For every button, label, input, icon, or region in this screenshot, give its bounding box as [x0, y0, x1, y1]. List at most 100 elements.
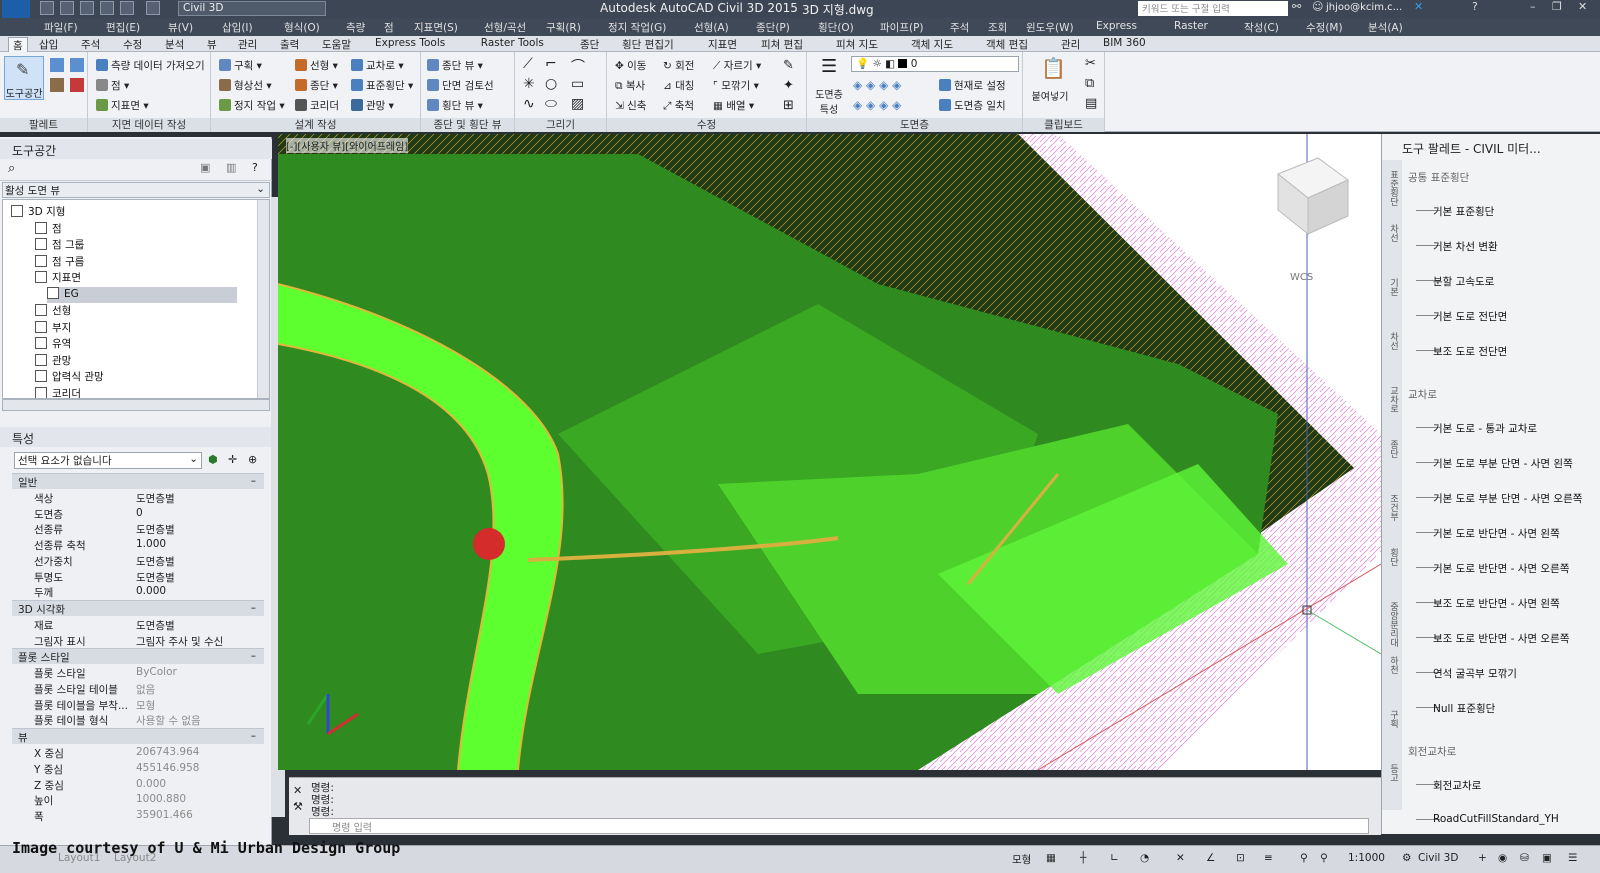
- annotation-icon[interactable]: ⚲: [1300, 852, 1308, 864]
- corridor-button[interactable]: 코리더: [295, 98, 339, 113]
- ribbon-tab[interactable]: BIM 360: [1103, 37, 1146, 49]
- view-dropdown[interactable]: 활성 도면 뷰 ⌄: [2, 182, 270, 198]
- undo-icon[interactable]: [120, 1, 134, 15]
- polyline-icon[interactable]: ⌐: [545, 56, 557, 72]
- ribbon-tab[interactable]: 객체 지도: [911, 37, 953, 52]
- ribbon-tab[interactable]: 관리: [238, 37, 257, 52]
- property-row[interactable]: 플롯 테이블 형식 사용할 수 없음: [12, 712, 264, 727]
- menu-item[interactable]: Raster: [1174, 20, 1208, 32]
- tree-item[interactable]: 압력식 관망: [35, 369, 104, 385]
- palette-tool[interactable]: 연석 굴곡부 모깎기: [1402, 658, 1598, 688]
- property-row[interactable]: X 중심 206743.964: [12, 745, 264, 760]
- fillet-button[interactable]: ⌜ 모깎기 ▾: [713, 78, 759, 93]
- palette-icon-4[interactable]: [70, 78, 84, 92]
- wcs-label[interactable]: WCS: [1290, 272, 1313, 283]
- help-icon[interactable]: ?: [1472, 0, 1478, 13]
- stretch-button[interactable]: ⇲ 신축: [615, 98, 646, 113]
- open-icon[interactable]: [60, 1, 74, 15]
- property-row[interactable]: Z 중심 0.000: [12, 777, 264, 792]
- group-label[interactable]: 수정: [607, 118, 806, 132]
- surfaces-button[interactable]: 지표면 ▾: [96, 98, 149, 113]
- palette-icon-3[interactable]: [50, 78, 64, 92]
- palette-tool[interactable]: RoadCutFillStandard_YH: [1402, 805, 1598, 835]
- grid-icon[interactable]: ▦: [1046, 852, 1056, 864]
- osnap-icon[interactable]: ✕: [1176, 852, 1185, 864]
- tree-item[interactable]: 지표면: [35, 270, 81, 286]
- ribbon-tab[interactable]: 피쳐 편집: [761, 37, 803, 52]
- menu-item[interactable]: 형식(O): [284, 20, 320, 35]
- group-label[interactable]: 클립보드: [1023, 118, 1104, 132]
- tree-item[interactable]: 유역: [35, 336, 71, 352]
- dyn-icon[interactable]: ⊡: [1236, 852, 1245, 864]
- menu-item[interactable]: 선형/곡선: [484, 20, 526, 35]
- property-row[interactable]: 그림자 표시 그림자 주사 및 수신: [12, 633, 264, 648]
- drawing-viewport[interactable]: [-][사용자 뷰][와이어프레임] WCS: [278, 134, 1381, 770]
- menu-item[interactable]: 선형(A): [694, 20, 729, 35]
- section-view-button[interactable]: 횡단 뷰 ▾: [427, 98, 483, 113]
- menu-item[interactable]: 분석(A): [1368, 20, 1403, 35]
- search-icon[interactable]: ⌕: [8, 161, 15, 176]
- plus-icon[interactable]: +: [1478, 852, 1487, 864]
- save-icon[interactable]: [80, 1, 94, 15]
- close-button[interactable]: ✕: [1578, 0, 1587, 13]
- group-label[interactable]: 그리기: [515, 118, 606, 132]
- help-box-icon[interactable]: ?: [252, 161, 258, 174]
- toolspace-icon-a[interactable]: ▣: [200, 161, 210, 174]
- tree-item[interactable]: 3D 지형: [11, 204, 65, 220]
- parcel-button[interactable]: 구획 ▾: [219, 58, 262, 73]
- array-button[interactable]: ▦ 배열 ▾: [713, 98, 754, 113]
- workspace-dropdown[interactable]: Civil 3D: [178, 1, 326, 16]
- palette-tool[interactable]: Null 표준횡단: [1402, 693, 1598, 723]
- set-current-button[interactable]: 현재로 설정: [939, 78, 1006, 93]
- snap-icon[interactable]: ┼: [1080, 852, 1086, 864]
- property-section-header[interactable]: 3D 시각화 –: [12, 599, 264, 616]
- assembly-button[interactable]: 표준횡단 ▾: [351, 78, 413, 93]
- ribbon-tab[interactable]: 분석: [165, 37, 184, 52]
- minimize-button[interactable]: –: [1530, 0, 1536, 13]
- profile-view-button[interactable]: 종단 뷰 ▾: [427, 58, 483, 73]
- ribbon-tab[interactable]: 홈: [8, 37, 28, 53]
- collapse-icon[interactable]: –: [251, 475, 256, 487]
- user-account[interactable]: jhjoo@kcim.c...: [1326, 2, 1402, 13]
- ortho-icon[interactable]: ∟: [1110, 852, 1119, 864]
- workspace-switch[interactable]: Civil 3D: [1418, 852, 1458, 864]
- select-objects-icon[interactable]: ✛: [228, 453, 237, 466]
- tree-item[interactable]: EG: [47, 286, 237, 303]
- group-label[interactable]: 도면층: [807, 118, 1022, 132]
- point-icon[interactable]: ✳: [523, 76, 535, 92]
- survey-import-button[interactable]: 측량 데이터 가져오기: [96, 58, 205, 73]
- collapse-icon[interactable]: –: [251, 730, 256, 742]
- palette-tool[interactable]: 보조 도로 전단면: [1402, 336, 1598, 366]
- explode-icon[interactable]: ✦: [783, 78, 794, 93]
- command-input[interactable]: 명령 입력: [309, 818, 1369, 834]
- quick-select-icon[interactable]: ⬢: [208, 453, 218, 466]
- ribbon-tab[interactable]: Raster Tools: [481, 37, 544, 49]
- property-row[interactable]: 선종류 축척 1.000: [12, 537, 264, 552]
- palette-tool[interactable]: 기본 차선 변환: [1402, 231, 1598, 261]
- customize-icon[interactable]: ☰: [1568, 852, 1577, 864]
- erase-icon[interactable]: ✎: [783, 58, 794, 73]
- menu-item[interactable]: Express: [1096, 20, 1137, 32]
- menu-item[interactable]: 종단(P): [756, 20, 790, 35]
- close-icon[interactable]: ✕: [293, 784, 302, 797]
- hardware-icon[interactable]: ⛁: [1520, 852, 1529, 864]
- palette-tool[interactable]: 기본 표준횡단: [1402, 196, 1598, 226]
- circle-icon[interactable]: ○: [545, 76, 557, 92]
- ribbon-tab[interactable]: 지표면: [708, 37, 737, 52]
- palette-tool[interactable]: 기본 도로 반단면 - 사면 오른쪽: [1402, 553, 1598, 583]
- pickadd-icon[interactable]: ⊕: [248, 453, 257, 466]
- model-toggle[interactable]: 모형: [1012, 852, 1031, 867]
- palette-tool[interactable]: 분할 고속도로: [1402, 266, 1598, 296]
- scale-button[interactable]: ⤢ 축척: [663, 98, 694, 113]
- palette-tool[interactable]: 보조 도로 반단면 - 사면 왼쪽: [1402, 588, 1598, 618]
- menu-item[interactable]: 삽입(I): [222, 20, 253, 35]
- menu-item[interactable]: 파이프(P): [880, 20, 924, 35]
- location-marker[interactable]: [473, 528, 505, 560]
- collapse-icon[interactable]: –: [251, 650, 256, 662]
- menu-item[interactable]: 파일(F): [44, 20, 78, 35]
- palette-tool[interactable]: 보조 도로 반단면 - 사면 오른쪽: [1402, 623, 1598, 653]
- ribbon-tab[interactable]: 주석: [81, 37, 100, 52]
- exchange-icon[interactable]: ✕: [1414, 0, 1423, 13]
- palette-tool[interactable]: 기본 도로 전단면: [1402, 301, 1598, 331]
- palette-tool[interactable]: 기본 도로 부분 단면 - 사면 오른쪽: [1402, 483, 1598, 513]
